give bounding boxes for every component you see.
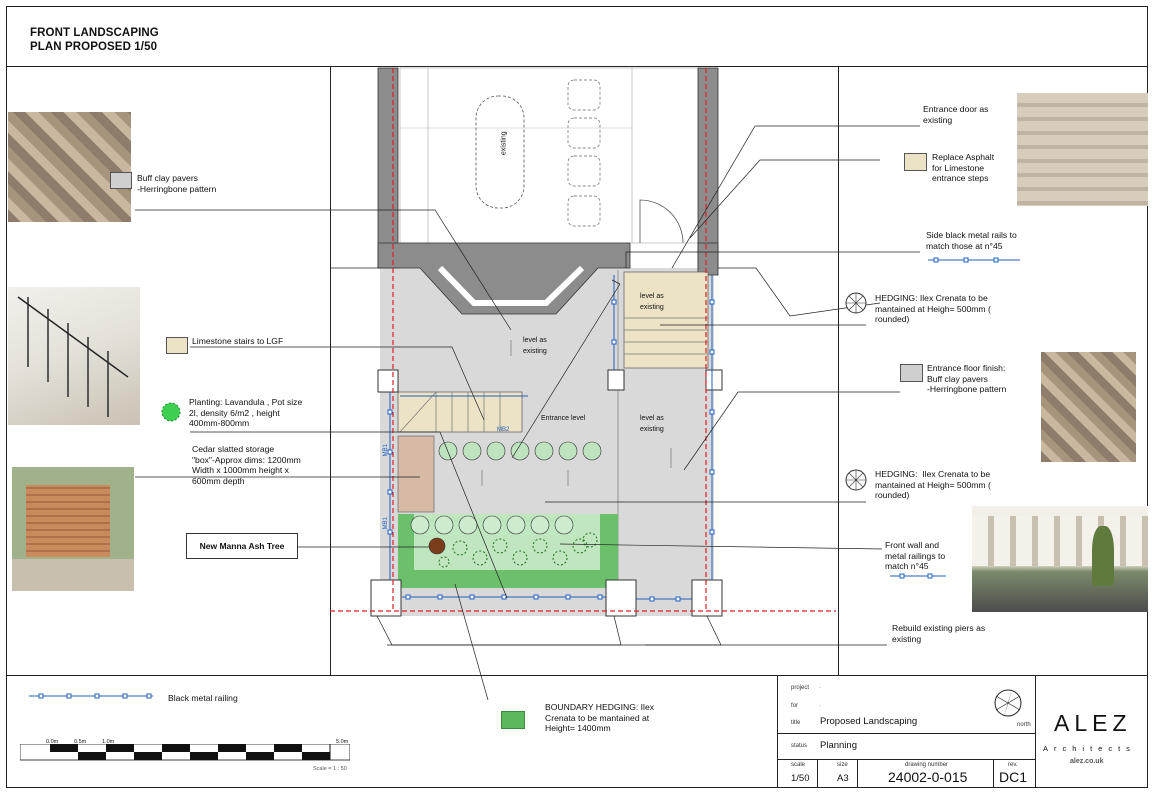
manna-ash-tree — [428, 537, 446, 555]
brand-url: alez.co.uk — [1070, 758, 1104, 765]
entrance-floor-note: Entrance floor finish: Buff clay pavers … — [927, 363, 1007, 394]
brand-logo: ALEZ — [1054, 710, 1132, 736]
for-label: for — [791, 703, 799, 709]
limestone-swatch-2 — [904, 153, 927, 171]
tb-border-left — [777, 675, 778, 788]
hedge-symbol-2 — [845, 469, 867, 491]
ash-tree-note: New Manna Ash Tree — [186, 533, 298, 559]
front-rail-symbol — [890, 573, 946, 579]
title-value: Proposed Landscaping — [820, 716, 918, 727]
hedge-symbol-1 — [845, 292, 867, 314]
cedar-storage — [397, 435, 435, 513]
stairs-photo — [8, 287, 140, 425]
party-wall-right — [697, 67, 719, 269]
door-swing — [639, 199, 684, 244]
size-value: A3 — [837, 773, 849, 784]
railing-legend-symbol — [29, 693, 153, 699]
storage-note: Cedar slatted storage "box"-Approx dims:… — [192, 444, 301, 486]
scale-caption: Scale = 1 : 50 — [313, 766, 347, 772]
entrance-door-note: Entrance door as existing — [923, 104, 989, 125]
tb-divider-v3 — [993, 759, 994, 788]
boundary-hedge-swatch — [501, 711, 525, 729]
level-label-2: level as existing — [640, 293, 664, 311]
scale-bar — [20, 744, 350, 761]
status-value: Planning — [820, 740, 857, 751]
scale-value: 1/50 — [791, 773, 810, 784]
herringbone-photo-2 — [1041, 352, 1136, 462]
mb1-label-b: MB1 — [382, 517, 389, 530]
planting-note: Planting: Lavandula , Pot size 2l, densi… — [189, 397, 303, 428]
status-label: status — [791, 743, 808, 749]
party-wall-left — [377, 67, 399, 269]
size-label: size — [837, 762, 848, 768]
tb-divider-v1 — [817, 759, 818, 788]
rev-label: rev. — [1008, 762, 1018, 768]
side-rail-symbol — [928, 257, 1020, 263]
side-rails-note: Side black metal rails to match those at… — [926, 230, 1017, 251]
entrance-level-label: Entrance level — [541, 415, 586, 422]
paver-swatch-2 — [900, 364, 923, 382]
tb-divider-1 — [777, 733, 1035, 734]
storage-photo — [12, 467, 134, 591]
project-label: project — [791, 685, 810, 691]
brand-sub: Architects — [1043, 744, 1136, 753]
rev-value: DC1 — [999, 769, 1028, 785]
hedging-note-2: HEDGING: Ilex Crenata to be mantained at… — [875, 469, 991, 500]
tb-border-right — [1035, 675, 1036, 788]
drawing-number-label: drawing number — [905, 762, 949, 768]
buff-pavers-note: Buff clay pavers -Herringbone pattern — [137, 173, 217, 194]
mb1-label-a: MB1 — [382, 444, 389, 457]
existing-label: existing — [500, 131, 508, 156]
limestone-entrance-steps — [623, 271, 709, 369]
tb-divider-2 — [777, 759, 1035, 760]
drawing-number-value: 24002-0-015 — [888, 769, 968, 785]
level-label-1: level as existing — [523, 337, 547, 355]
project-value: - — [819, 685, 821, 691]
front-wall-photo — [972, 506, 1148, 612]
title-label: title — [791, 720, 801, 726]
rebuild-piers-note: Rebuild existing piers as existing — [892, 623, 986, 644]
level-label-3: level as existing — [640, 415, 664, 433]
lavandula-symbol — [161, 402, 181, 422]
scale-label: scale — [791, 762, 806, 768]
boundary-hedging-note: BOUNDARY HEDGING: Ilex Crenata to be man… — [545, 702, 655, 733]
for-value: - — [819, 703, 821, 709]
limestone-swatch — [166, 337, 188, 354]
steps-photo — [1017, 93, 1148, 206]
hedging-note-1: HEDGING: Ilex Crenata to be mantained at… — [875, 293, 991, 324]
railing-legend-label: Black metal railing — [168, 693, 238, 703]
limestone-stairs-note: Limestone stairs to LGF — [192, 336, 284, 346]
tb-divider-v2 — [857, 759, 858, 788]
replace-asphalt-note: Replace Asphalt for Limestone entrance s… — [932, 152, 995, 183]
paver-swatch — [110, 172, 132, 189]
north-label: north — [1017, 722, 1031, 728]
herringbone-photo — [8, 112, 131, 222]
mb2-label: MB2 — [497, 427, 510, 433]
front-wall-note: Front wall and metal railings to match n… — [885, 540, 946, 571]
